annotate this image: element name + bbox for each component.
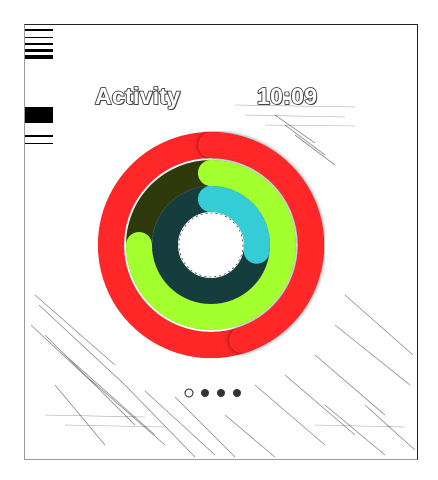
page-indicator[interactable] — [183, 386, 243, 400]
watch-screen: Activity 10:09 — [24, 24, 418, 460]
rings-center — [178, 212, 244, 278]
page-dot[interactable] — [217, 389, 225, 397]
side-edge-marks — [25, 29, 53, 144]
ring-start-cap-move — [198, 132, 224, 158]
ring-start-cap-exercise — [198, 160, 224, 186]
page-dot[interactable] — [233, 389, 241, 397]
page-dot[interactable] — [201, 389, 209, 397]
page-dot[interactable] — [184, 388, 194, 398]
clock-time: 10:09 — [256, 82, 318, 109]
app-title: Activity — [94, 82, 181, 109]
activity-rings[interactable] — [97, 131, 325, 359]
ring-start-cap-stand — [198, 186, 224, 212]
